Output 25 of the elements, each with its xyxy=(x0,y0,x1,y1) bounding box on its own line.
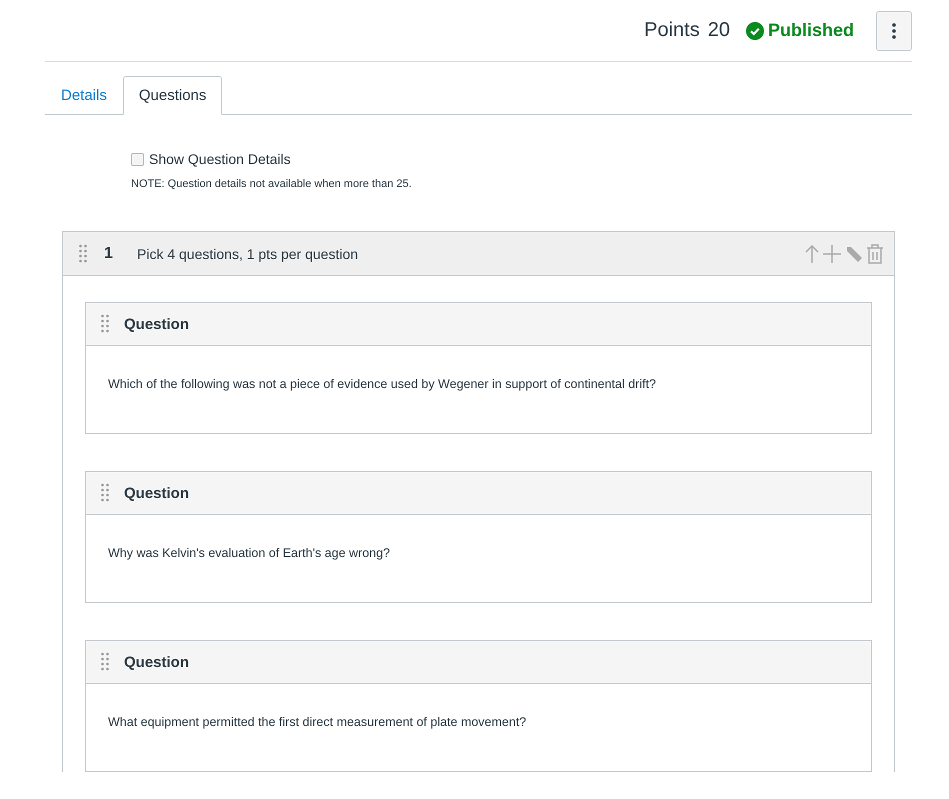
vertical-dots-icon xyxy=(892,22,896,38)
question-text: Which of the following was not a piece of evidence used by Wegener in support of continental drift? xyxy=(108,377,656,391)
drag-handle-icon[interactable] xyxy=(101,314,109,334)
published-status[interactable]: Published xyxy=(768,20,854,41)
question-title: Question xyxy=(124,654,190,670)
drag-handle-icon[interactable] xyxy=(101,483,109,503)
group-number: 1 xyxy=(104,244,114,262)
tab[interactable]: Details xyxy=(45,76,123,115)
more-options-button[interactable] xyxy=(876,10,912,50)
points-value: 20 xyxy=(708,19,730,42)
checkbox-label[interactable]: Show Question Details xyxy=(149,151,291,167)
question-title: Question xyxy=(124,316,190,332)
points-label: Points xyxy=(644,19,700,42)
drag-handle-icon[interactable] xyxy=(79,244,87,264)
group-title: Pick 4 questions, 1 pts per question xyxy=(137,246,360,262)
question-text: Why was Kelvin's evaluation of Earth's age wrong? xyxy=(108,546,390,560)
note-text: NOTE: Question details not available when more than 25. xyxy=(131,178,413,190)
trash-icon[interactable] xyxy=(866,244,884,264)
drag-handle-icon[interactable] xyxy=(101,652,109,672)
question-title: Question xyxy=(124,484,190,502)
up-arrow-icon[interactable] xyxy=(804,244,820,264)
checkbox[interactable] xyxy=(131,152,144,166)
plus-icon[interactable] xyxy=(822,244,842,264)
tab[interactable]: Questions xyxy=(122,76,222,115)
question-text: What equipment permitted the first direct measurement of plate movement? xyxy=(108,715,526,729)
